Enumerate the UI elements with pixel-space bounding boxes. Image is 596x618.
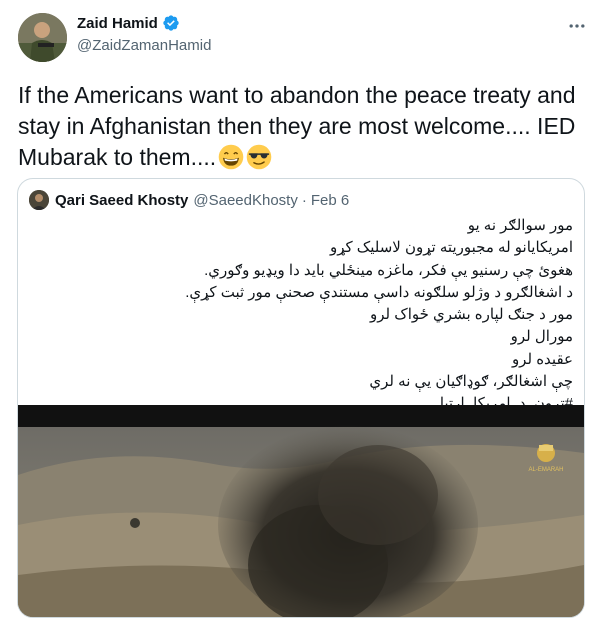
sunglasses-face-icon <box>246 144 272 170</box>
quoted-author-handle[interactable]: @SaeedKhosty <box>193 192 297 209</box>
quoted-author-name[interactable]: Qari Saeed Khosty <box>55 192 188 209</box>
author-avatar[interactable] <box>18 13 67 62</box>
quoted-line: د اشغالګرو د وژلو سلګونه داسې مستندې صحن… <box>185 283 573 301</box>
quoted-date[interactable]: Feb 6 <box>311 192 349 209</box>
quoted-line: امريکايانو له مجبوريته تړون لاسليک کړو <box>329 239 573 257</box>
tweet-text: If the Americans want to abandon the pea… <box>18 80 583 173</box>
author-handle[interactable]: @ZaidZamanHamid <box>77 37 211 54</box>
quoted-video[interactable]: AL-EMARAH <box>18 405 584 617</box>
quoted-line: هغوئ چې رسنيو يې فکر، ماغزه مينځلي بايد … <box>204 261 573 279</box>
quoted-tweet[interactable]: Qari Saeed Khosty @SaeedKhosty · Feb 6 م… <box>17 178 585 618</box>
video-frame: AL-EMARAH <box>18 405 584 617</box>
quoted-line: مور د جنګ لپاره بشري ځواک لرو <box>370 306 573 324</box>
separator-dot: · <box>301 191 307 209</box>
quoted-line: چې اشغالګر، ګوډاګيان يې نه لري <box>369 373 573 391</box>
quoted-text: مور سوالګر نه يو امريکايانو له مجبوريته … <box>33 215 573 416</box>
author-name[interactable]: Zaid Hamid <box>77 15 158 32</box>
quoted-line: مورال لرو <box>510 328 573 346</box>
watermark-text: AL-EMARAH <box>528 467 563 473</box>
more-options-icon[interactable] <box>565 14 589 38</box>
quoted-author-avatar[interactable] <box>29 190 49 210</box>
grinning-face-icon <box>218 144 244 170</box>
quoted-line: عقيده لرو <box>511 350 573 368</box>
tweet-card: Zaid Hamid @ZaidZamanHamid If the Americ… <box>0 0 596 618</box>
quoted-line: مور سوالګر نه يو <box>467 217 573 234</box>
tweet-text-content: If the Americans want to abandon the pea… <box>18 82 576 170</box>
verified-badge-icon <box>163 15 179 31</box>
